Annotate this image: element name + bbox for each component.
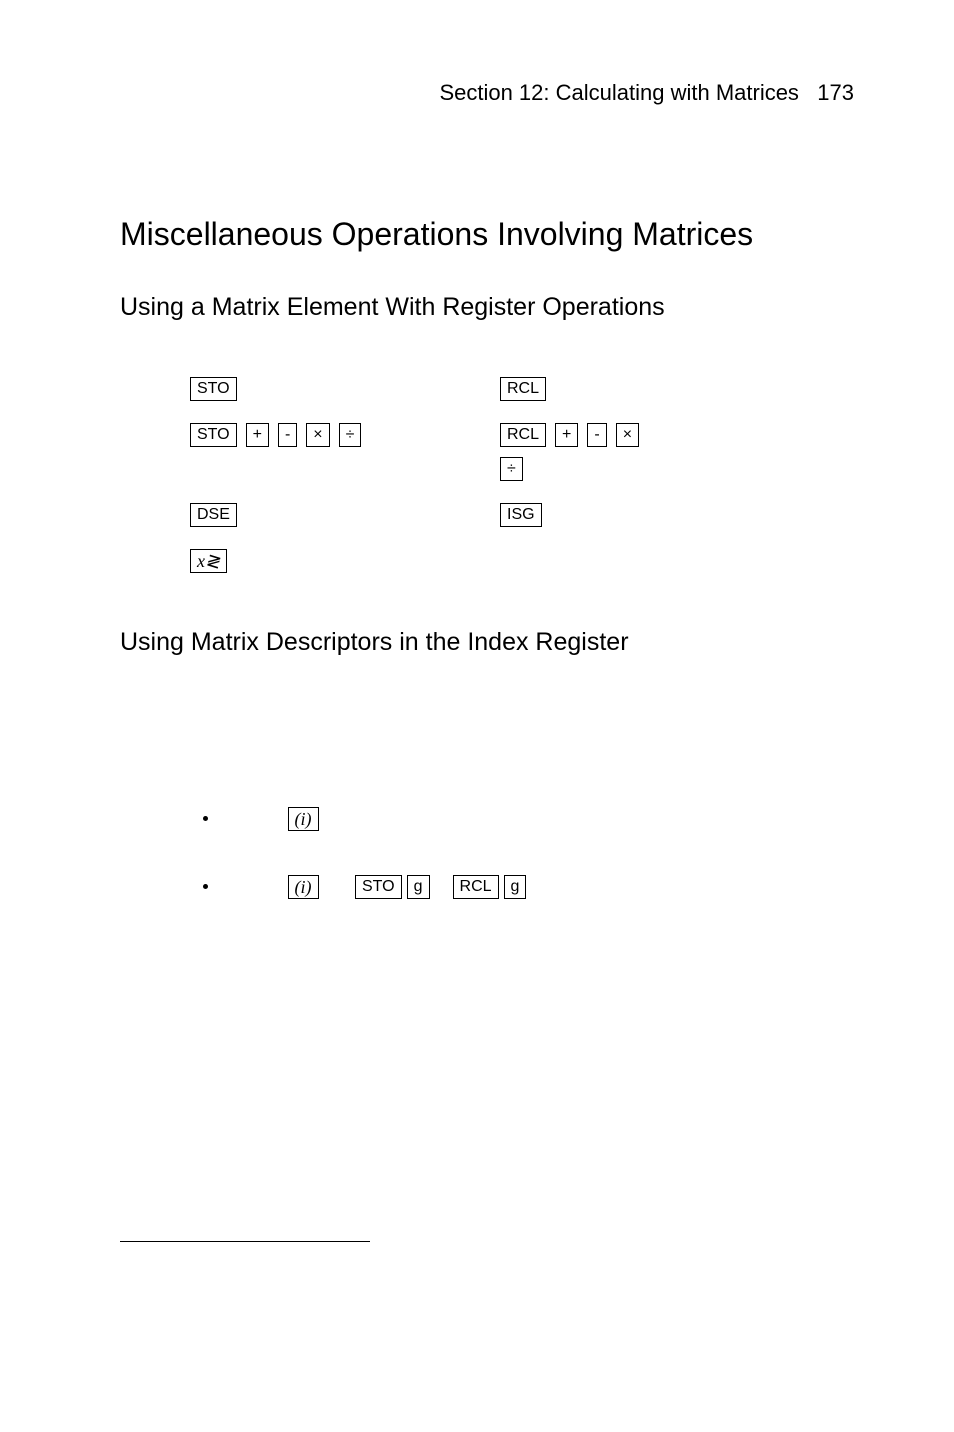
plus-key: + (555, 423, 578, 447)
dse-key: DSE (190, 503, 237, 527)
divide-key: ÷ (339, 423, 362, 447)
minus-key: - (278, 423, 297, 447)
section-title: Miscellaneous Operations Involving Matri… (120, 216, 854, 253)
plus-key: + (246, 423, 269, 447)
minus-key: - (587, 423, 606, 447)
page-header: Section 12: Calculating with Matrices 17… (120, 80, 854, 106)
i-key: (i) (288, 807, 319, 831)
bullet-item-1: (i) (220, 803, 854, 831)
subheading-1: Using a Matrix Element With Register Ope… (120, 293, 854, 322)
divide-key: ÷ (500, 457, 523, 481)
g-key: g (407, 875, 430, 899)
xswap-key: x≷ (190, 549, 227, 573)
i-key: (i) (288, 875, 319, 899)
sto-key: STO (355, 875, 402, 899)
sto-key: STO (190, 377, 237, 401)
g-key: g (504, 875, 527, 899)
rcl-key: RCL (453, 875, 499, 899)
isg-key: ISG (500, 503, 542, 527)
times-key: × (616, 423, 639, 447)
page-number: 173 (817, 80, 854, 105)
footnote-rule (120, 1241, 370, 1242)
operations-block: STO RCL STO + - × ÷ RCL + - × ÷ (120, 372, 854, 578)
times-key: × (306, 423, 329, 447)
sto-key: STO (190, 423, 237, 447)
rcl-key: RCL (500, 423, 546, 447)
bullet-item-2: (i) STOg RCLg (220, 871, 854, 899)
rcl-key: RCL (500, 377, 546, 401)
subheading-2: Using Matrix Descriptors in the Index Re… (120, 628, 854, 657)
section-label: Section 12: Calculating with Matrices (439, 80, 799, 105)
bullet-list: (i) (i) STOg RCLg (190, 803, 854, 899)
